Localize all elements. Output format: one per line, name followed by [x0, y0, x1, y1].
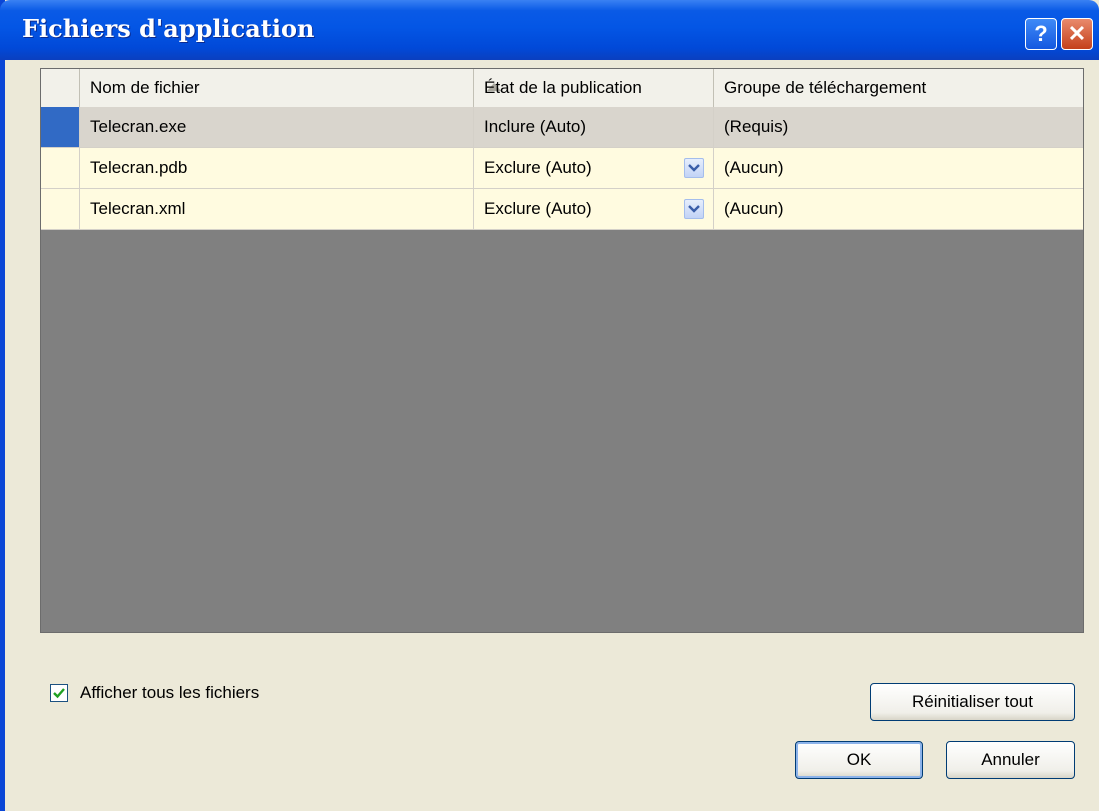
show-all-files-option[interactable]: Afficher tous les fichiers — [50, 683, 259, 703]
status-dropdown-button[interactable] — [684, 199, 704, 219]
column-header-group[interactable]: Groupe de téléchargement — [713, 69, 1083, 107]
chevron-down-icon — [688, 205, 700, 213]
column-header-status[interactable]: État de la publication — [473, 69, 713, 107]
window-title: Fichiers d'application — [22, 14, 315, 43]
files-grid: Nom de fichier État de la publication Gr… — [40, 68, 1084, 633]
column-header-label: État de la publication — [484, 78, 642, 97]
status-dropdown-button[interactable] — [684, 158, 704, 178]
dialog-window: Fichiers d'application ? ✕ Nom de fichie… — [0, 0, 1099, 811]
status-value: Exclure (Auto) — [484, 158, 592, 177]
status-value: Exclure (Auto) — [484, 199, 592, 218]
status-cell[interactable]: Exclure (Auto) — [473, 148, 713, 188]
table-row[interactable]: Telecran.xml Exclure (Auto) (Aucun) — [41, 189, 1083, 230]
group-cell[interactable]: (Requis) — [713, 107, 1083, 147]
table-row[interactable]: Telecran.exe Inclure (Auto) (Requis) — [41, 107, 1083, 148]
table-row[interactable]: Telecran.pdb Exclure (Auto) (Aucun) — [41, 148, 1083, 189]
group-cell[interactable]: (Aucun) — [713, 189, 1083, 229]
row-header[interactable] — [41, 148, 79, 188]
checkmark-icon — [53, 688, 65, 699]
group-cell[interactable]: (Aucun) — [713, 148, 1083, 188]
help-icon: ? — [1034, 21, 1048, 46]
status-value: Inclure (Auto) — [484, 117, 587, 136]
ok-button[interactable]: OK — [795, 741, 923, 779]
grid-header: Nom de fichier État de la publication Gr… — [41, 69, 1083, 108]
status-cell[interactable]: Inclure (Auto) — [473, 107, 713, 147]
row-header[interactable] — [41, 107, 79, 147]
help-button[interactable]: ? — [1025, 18, 1057, 50]
filename-cell[interactable]: Telecran.pdb — [79, 148, 473, 188]
close-icon: ✕ — [1067, 21, 1087, 46]
column-header-filename[interactable]: Nom de fichier — [79, 69, 501, 107]
cancel-button[interactable]: Annuler — [946, 741, 1075, 779]
filename-cell[interactable]: Telecran.exe — [79, 107, 473, 147]
column-header-label: Groupe de téléchargement — [724, 78, 927, 97]
row-header[interactable] — [41, 189, 79, 229]
row-header-corner — [41, 69, 79, 107]
show-all-files-label[interactable]: Afficher tous les fichiers — [80, 683, 259, 703]
chevron-down-icon — [688, 164, 700, 172]
title-bar[interactable]: Fichiers d'application ? ✕ — [0, 0, 1099, 60]
column-header-label: Nom de fichier — [90, 78, 200, 97]
close-button[interactable]: ✕ — [1061, 18, 1093, 50]
show-all-files-checkbox[interactable] — [50, 684, 68, 702]
filename-cell[interactable]: Telecran.xml — [79, 189, 473, 229]
reset-all-button[interactable]: Réinitialiser tout — [870, 683, 1075, 721]
status-cell[interactable]: Exclure (Auto) — [473, 189, 713, 229]
